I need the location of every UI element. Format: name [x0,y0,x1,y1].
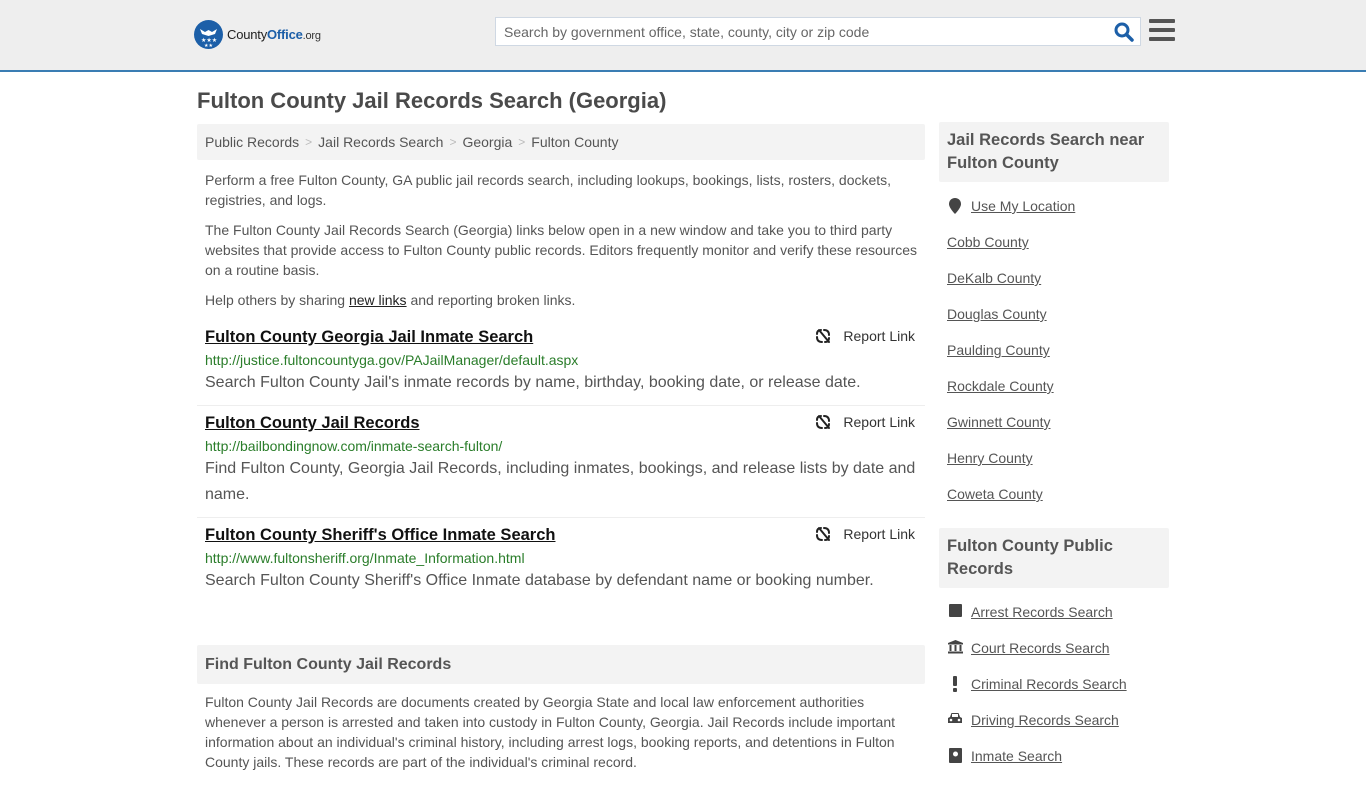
breadcrumb-georgia[interactable]: Georgia [462,134,512,150]
site-header: ★★★ ★★ CountyOffice.org [0,0,1366,72]
car-icon [947,712,963,725]
nearby-county-item: Henry County [947,450,1161,486]
broken-link-icon [816,329,831,343]
broken-link-icon [816,527,831,541]
report-link-label: Report Link [843,328,915,344]
nearby-heading: Jail Records Search near Fulton County [939,122,1169,182]
site-logo[interactable]: ★★★ ★★ CountyOffice.org [194,20,321,49]
public-records-heading: Fulton County Public Records [939,528,1169,588]
driving-records-link[interactable]: Driving Records Search [971,712,1119,728]
menu-bar-icon [1149,28,1175,32]
inmate-search-link[interactable]: Inmate Search [971,748,1062,764]
report-link-button[interactable]: Report Link [815,526,915,542]
county-link[interactable]: Rockdale County [947,378,1054,394]
county-link[interactable]: DeKalb County [947,270,1041,286]
county-link[interactable]: Gwinnett County [947,414,1051,430]
breadcrumb-jail-records-search[interactable]: Jail Records Search [318,134,443,150]
breadcrumb-separator: > [518,135,526,149]
use-my-location-link[interactable]: Use My Location [971,198,1075,214]
public-record-item: Arrest Records Search [947,604,1161,640]
result-title-link[interactable]: Fulton County Georgia Jail Inmate Search [205,326,533,348]
county-link[interactable]: Cobb County [947,234,1029,250]
intro-paragraph: Perform a free Fulton County, GA public … [205,172,892,208]
public-record-item: Court Records Search [947,640,1161,676]
nearby-county-item: Gwinnett County [947,414,1161,450]
results-list: Fulton County Georgia Jail Inmate Search… [197,320,925,603]
menu-bar-icon [1149,19,1175,23]
hamburger-menu-button[interactable] [1149,19,1175,41]
public-records-list: Arrest Records Search Court Records Sear… [939,588,1169,788]
intro-text: Perform a free Fulton County, GA public … [197,160,925,310]
result-item: Fulton County Sheriff's Office Inmate Se… [197,518,925,603]
logo-wordmark: CountyOffice.org [227,27,321,42]
find-records-heading: Find Fulton County Jail Records [197,645,925,684]
broken-link-icon [816,415,831,429]
criminal-records-link[interactable]: Criminal Records Search [971,676,1127,692]
sidebar: Jail Records Search near Fulton County U… [939,122,1169,788]
public-record-item: Criminal Records Search [947,676,1161,712]
result-item: Fulton County Jail Records Report Link h… [197,406,925,518]
search-box [495,17,1141,46]
result-url: http://justice.fultoncountyga.gov/PAJail… [205,352,579,368]
result-item: Fulton County Georgia Jail Inmate Search… [197,320,925,406]
breadcrumb-separator: > [449,135,457,149]
report-link-label: Report Link [843,414,915,430]
arrest-records-link[interactable]: Arrest Records Search [971,604,1113,620]
svg-text:★★: ★★ [204,43,213,49]
court-records-link[interactable]: Court Records Search [971,640,1110,656]
share-links-paragraph: Help others by sharing new links and rep… [205,290,917,310]
result-description: Search Fulton County Jail's inmate recor… [205,374,861,391]
result-url: http://www.fultonsheriff.org/Inmate_Info… [205,550,525,566]
public-record-item: Inmate Search [947,748,1161,784]
breadcrumb-fulton-county[interactable]: Fulton County [531,134,618,150]
result-title-link[interactable]: Fulton County Jail Records [205,412,420,434]
map-marker-icon [947,198,963,214]
search-button[interactable] [1114,22,1134,42]
share-text: and reporting broken links. [406,292,576,308]
find-records-body: Fulton County Jail Records are documents… [205,694,895,770]
page-title: Fulton County Jail Records Search (Georg… [197,88,667,113]
courthouse-icon [947,640,963,654]
result-title-link[interactable]: Fulton County Sheriff's Office Inmate Se… [205,524,555,546]
new-links-link[interactable]: new links [349,292,407,308]
eagle-logo-icon: ★★★ ★★ [194,20,223,49]
square-icon [947,604,963,617]
inmate-icon [947,748,963,763]
result-description: Find Fulton County, Georgia Jail Records… [205,460,916,503]
use-location-item: Use My Location [947,198,1161,234]
breadcrumb-public-records[interactable]: Public Records [205,134,299,150]
search-icon [1114,22,1134,42]
county-link[interactable]: Coweta County [947,486,1043,502]
nearby-county-item: Rockdale County [947,378,1161,414]
public-record-item: Driving Records Search [947,712,1161,748]
nearby-county-item: Douglas County [947,306,1161,342]
exclamation-icon [947,676,963,692]
result-description: Search Fulton County Sheriff's Office In… [205,572,874,589]
menu-bar-icon [1149,37,1175,41]
nearby-county-item: Cobb County [947,234,1161,270]
breadcrumb: Public Records > Jail Records Search > G… [197,124,925,160]
search-input[interactable] [496,18,1096,45]
nearby-county-item: Coweta County [947,486,1161,522]
breadcrumb-separator: > [305,135,313,149]
main-content: Public Records > Jail Records Search > G… [197,124,925,780]
intro-paragraph: The Fulton County Jail Records Search (G… [205,222,918,278]
share-text: Help others by sharing [205,292,349,308]
nearby-county-item: DeKalb County [947,270,1161,306]
county-link[interactable]: Henry County [947,450,1033,466]
report-link-label: Report Link [843,526,915,542]
result-url: http://bailbondingnow.com/inmate-search-… [205,438,503,454]
report-link-button[interactable]: Report Link [815,414,915,430]
nearby-list: Use My Location Cobb County DeKalb Count… [939,182,1169,526]
nearby-county-item: Paulding County [947,342,1161,378]
report-link-button[interactable]: Report Link [815,328,915,344]
county-link[interactable]: Douglas County [947,306,1047,322]
county-link[interactable]: Paulding County [947,342,1050,358]
